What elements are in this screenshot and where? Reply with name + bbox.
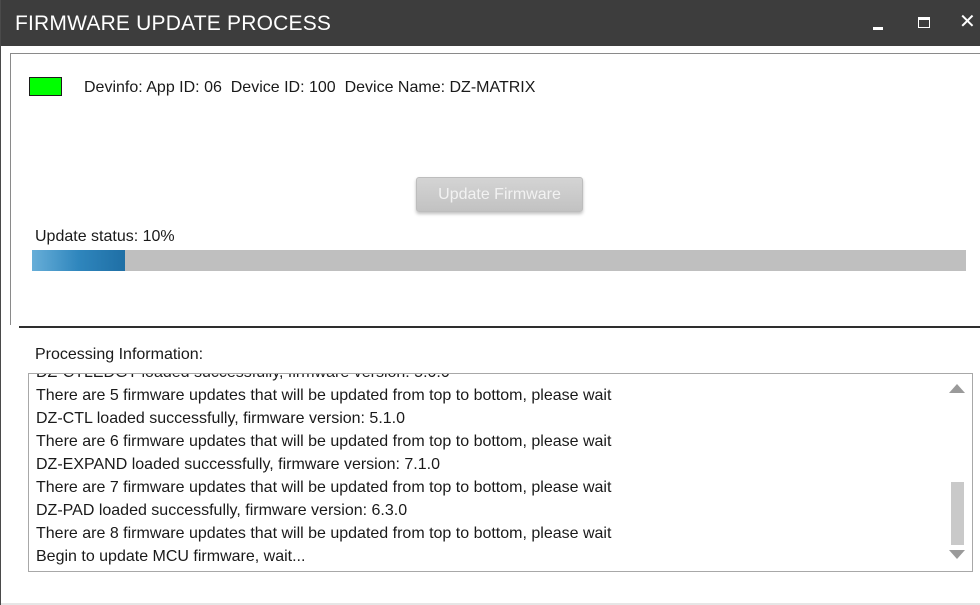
device-info: Devinfo: App ID: 06 Device ID: 100 Devic… bbox=[84, 79, 536, 96]
maximize-button[interactable] bbox=[913, 10, 939, 36]
log-line: DZ-PAD loaded successfully, firmware ver… bbox=[36, 502, 408, 519]
update-progress-bar bbox=[32, 250, 966, 271]
processing-log[interactable]: DZ-CTLEDGT loaded successfully, firmware… bbox=[28, 373, 973, 572]
device-status-indicator bbox=[29, 77, 62, 96]
scroll-down-icon[interactable] bbox=[949, 550, 965, 559]
scroll-thumb[interactable] bbox=[951, 482, 964, 545]
processing-info-label: Processing Information: bbox=[35, 346, 204, 363]
log-line: There are 5 firmware updates that will b… bbox=[36, 387, 612, 404]
window-title: FIRMWARE UPDATE PROCESS bbox=[15, 12, 332, 35]
log-lines: DZ-CTLEDGT loaded successfully, firmware… bbox=[36, 374, 942, 568]
log-scrollbar[interactable] bbox=[946, 374, 972, 571]
scroll-up-icon[interactable] bbox=[949, 384, 965, 393]
log-line: There are 7 firmware updates that will b… bbox=[36, 479, 612, 496]
section-divider bbox=[19, 326, 980, 328]
device-panel: Devinfo: App ID: 06 Device ID: 100 Devic… bbox=[10, 53, 980, 325]
log-line: There are 6 firmware updates that will b… bbox=[36, 433, 612, 450]
log-line: There are 8 firmware updates that will b… bbox=[36, 525, 612, 542]
update-status-label: Update status: 10% bbox=[35, 228, 175, 245]
update-firmware-button[interactable]: Update Firmware bbox=[416, 177, 583, 212]
title-bar: FIRMWARE UPDATE PROCESS ✕ bbox=[1, 0, 980, 46]
log-line: DZ-CTLEDGT loaded successfully, firmware… bbox=[36, 374, 942, 384]
firmware-update-window: FIRMWARE UPDATE PROCESS ✕ Devinfo: App I… bbox=[0, 0, 980, 605]
progress-fill bbox=[32, 250, 126, 271]
log-line: DZ-CTL loaded successfully, firmware ver… bbox=[36, 410, 406, 427]
minimize-button[interactable] bbox=[867, 10, 893, 36]
log-line: DZ-EXPAND loaded successfully, firmware … bbox=[36, 456, 440, 473]
close-button[interactable]: ✕ bbox=[959, 9, 980, 35]
log-line: Begin to update MCU firmware, wait... bbox=[36, 548, 306, 565]
